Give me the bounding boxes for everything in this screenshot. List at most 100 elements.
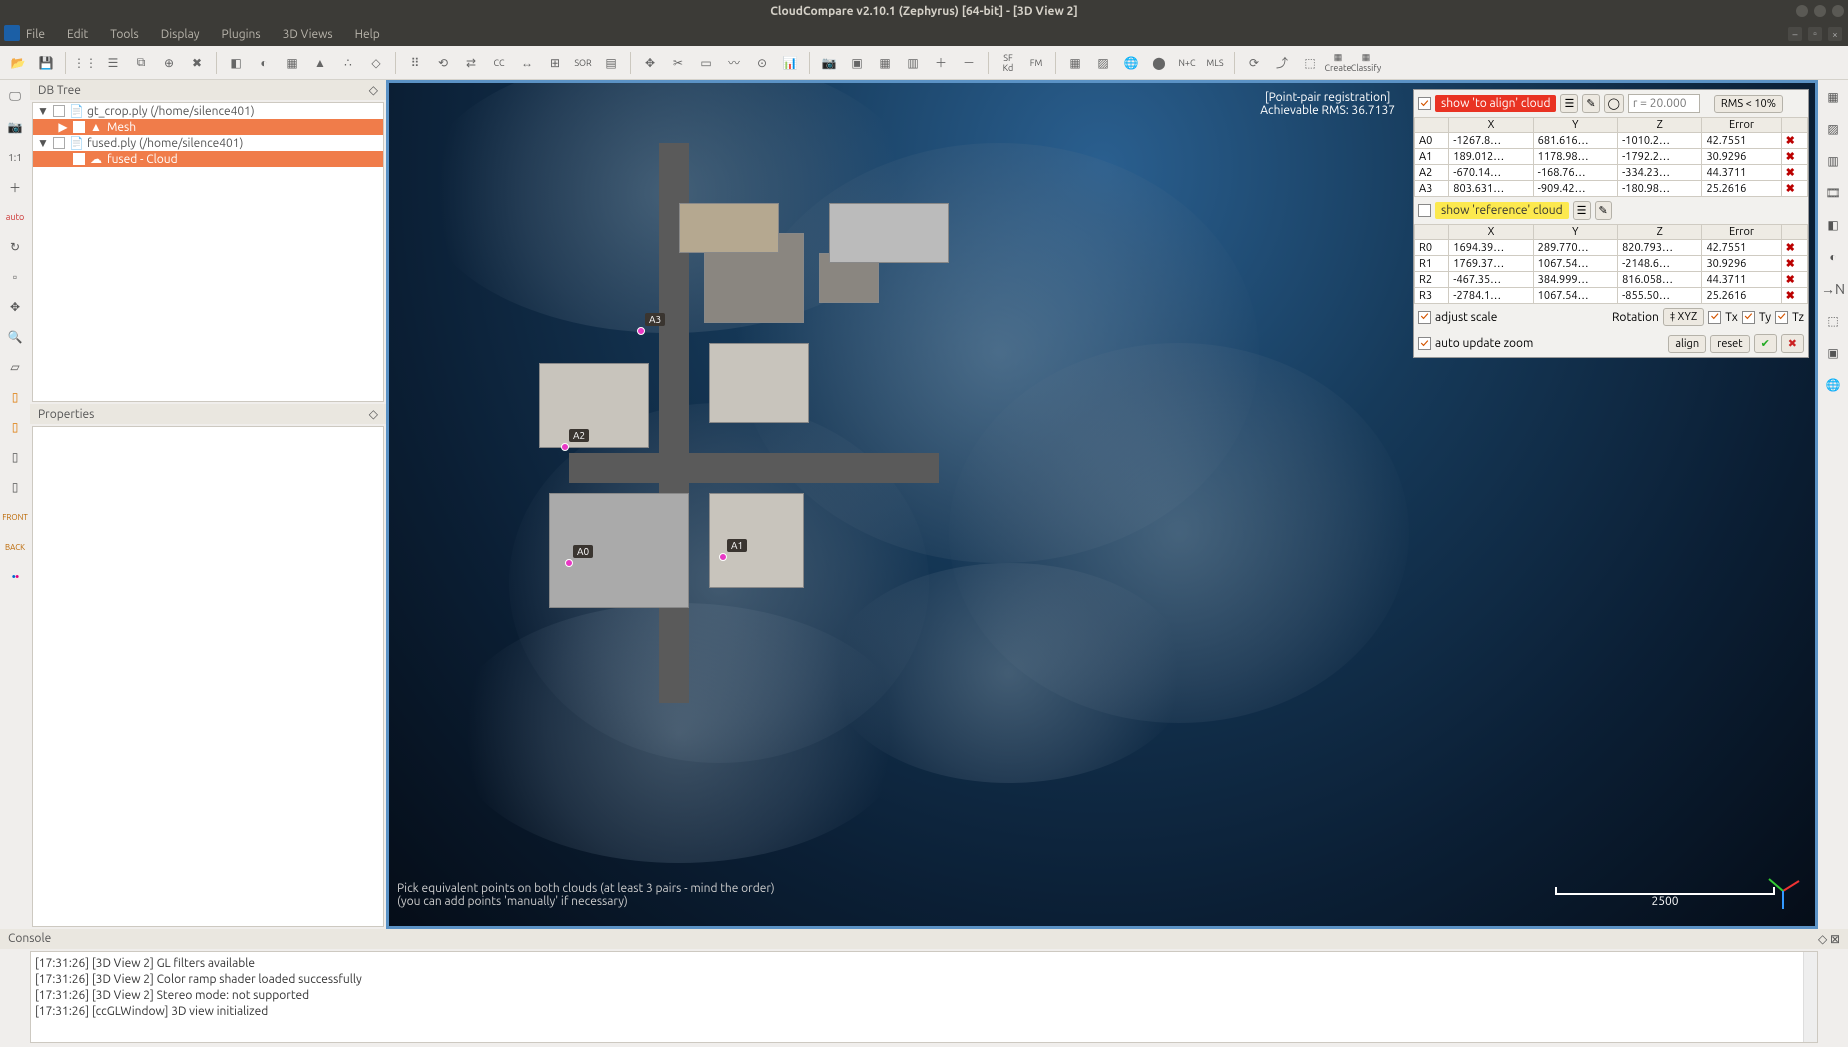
table-row[interactable]: A1189.012…1178.98…-1792.2…30.9296✖ <box>1415 149 1808 165</box>
table-row[interactable]: R2-467.35…384.999…816.058…44.3711✖ <box>1415 272 1808 288</box>
sphere-toggle-icon[interactable]: ◯ <box>1604 94 1624 113</box>
rotation-xyz-button[interactable]: ‡ XYZ <box>1663 308 1704 326</box>
confirm-button[interactable]: ✔ <box>1754 334 1777 353</box>
rtool6-icon[interactable]: ⬚ <box>1822 310 1844 332</box>
console-close-icon[interactable]: ⊠ <box>1830 933 1840 946</box>
marker-a0[interactable] <box>565 559 573 567</box>
zoom-icon[interactable]: 🔍 <box>4 326 26 348</box>
table-row[interactable]: R3-2784.1…1067.54…-855.50…25.2616✖ <box>1415 288 1808 304</box>
delete-row-icon[interactable]: ✖ <box>1781 288 1807 304</box>
cancel-button[interactable]: ✖ <box>1781 334 1804 353</box>
tool3-icon[interactable]: ▥ <box>901 51 925 75</box>
mdi-minimize[interactable]: – <box>1788 27 1802 41</box>
menu-plugins[interactable]: Plugins <box>222 28 261 41</box>
show-align-checkbox[interactable] <box>1418 97 1431 110</box>
sf-kd-icon[interactable]: SFKd <box>996 51 1020 75</box>
maximize-button[interactable] <box>1814 5 1826 17</box>
sor-icon[interactable]: SOR <box>571 51 595 75</box>
ratio-icon[interactable]: 1:1 <box>4 146 26 168</box>
section-icon[interactable]: ▭ <box>694 51 718 75</box>
view-top-icon[interactable]: ▱ <box>4 356 26 378</box>
mdi-maximize[interactable]: ▫ <box>1808 27 1822 41</box>
sample-icon[interactable]: ∴ <box>336 51 360 75</box>
sf-icon[interactable]: ▤ <box>599 51 623 75</box>
tree-item-gtcrop[interactable]: ▼📄 gt_crop.ply (/home/silence401) <box>33 103 383 119</box>
console-undock-icon[interactable]: ◇ <box>1818 933 1827 946</box>
normals-icon[interactable]: ◐ <box>252 51 276 75</box>
camera2-icon[interactable]: 📷 <box>4 116 26 138</box>
clone-icon[interactable]: ⧉ <box>129 51 153 75</box>
view-front-icon[interactable]: ▯ <box>4 386 26 408</box>
rtool2-icon[interactable]: ▨ <box>1822 118 1844 140</box>
delete-row-icon[interactable]: ✖ <box>1781 165 1807 181</box>
dbtree-undock-icon[interactable]: ◇ <box>369 83 378 97</box>
align-list-icon[interactable]: ☰ <box>1560 94 1578 113</box>
save-icon[interactable]: 💾 <box>34 51 58 75</box>
plus-icon[interactable]: ＋ <box>929 51 953 75</box>
tx-checkbox[interactable] <box>1708 311 1721 324</box>
segment-icon[interactable]: ✂ <box>666 51 690 75</box>
menu-file[interactable]: File <box>26 28 45 41</box>
mesh-icon[interactable]: ▲ <box>308 51 332 75</box>
plugin5-icon[interactable]: ⤴ <box>1270 51 1294 75</box>
table-row[interactable]: A3803.631…-909.42…-180.98…25.2616✖ <box>1415 181 1808 197</box>
plugin4-icon[interactable]: ⟳ <box>1242 51 1266 75</box>
trace-icon[interactable]: 〰 <box>722 51 746 75</box>
view-default-icon[interactable]: 🖵 <box>4 86 26 108</box>
show-ref-checkbox[interactable] <box>1418 204 1431 217</box>
db-tree[interactable]: ▼📄 gt_crop.ply (/home/silence401) ▶▲ Mes… <box>32 102 384 402</box>
nc-icon[interactable]: N+C <box>1175 51 1199 75</box>
view-left-icon[interactable]: ▯ <box>4 416 26 438</box>
tree-item-fused-cloud[interactable]: ☁ fused - Cloud <box>33 151 383 167</box>
auto-icon[interactable]: auto <box>4 206 26 228</box>
console-body[interactable]: [17:31:26] [3D View 2] GL filters availa… <box>30 951 1818 1043</box>
create-icon[interactable]: ▦Create <box>1326 51 1350 75</box>
menu-tools[interactable]: Tools <box>110 28 139 41</box>
ref-list-icon[interactable]: ☰ <box>1573 201 1591 220</box>
ty-checkbox[interactable] <box>1742 311 1755 324</box>
ref-pencil-icon[interactable]: ✎ <box>1595 201 1612 220</box>
close-button[interactable] <box>1832 5 1844 17</box>
table-row[interactable]: A0-1267.8…681.616…-1010.2…42.7551✖ <box>1415 133 1808 149</box>
view-back-icon[interactable]: ▯ <box>4 476 26 498</box>
align-pencil-icon[interactable]: ✎ <box>1582 94 1599 113</box>
properties-panel[interactable] <box>32 426 384 927</box>
reset-button[interactable]: reset <box>1710 335 1749 353</box>
rms-threshold-button[interactable]: RMS < 10% <box>1714 95 1783 113</box>
radius-input[interactable] <box>1628 94 1700 113</box>
3d-viewport[interactable]: A0 A1 A2 A3 [Point-pair registration] Ac… <box>386 80 1818 929</box>
plugin2-icon[interactable]: ▨ <box>1091 51 1115 75</box>
rtool5-icon[interactable]: ◐ <box>1822 246 1844 268</box>
cc-label-icon[interactable]: CC <box>487 51 511 75</box>
distance-icon[interactable]: ↔ <box>515 51 539 75</box>
delete-icon[interactable]: ✖ <box>185 51 209 75</box>
flickr-icon[interactable]: •• <box>4 566 26 588</box>
mls-icon[interactable]: MLS <box>1203 51 1227 75</box>
tz-checkbox[interactable] <box>1775 311 1788 324</box>
plugin3-icon[interactable]: 🌐 <box>1119 51 1143 75</box>
move-icon[interactable]: ✥ <box>4 296 26 318</box>
adjust-scale-checkbox[interactable] <box>1418 311 1431 324</box>
table-row[interactable]: R11769.37…1067.54…-2148.6…30.9296✖ <box>1415 256 1808 272</box>
rtool7-icon[interactable]: ▣ <box>1822 342 1844 364</box>
rtool3-icon[interactable]: ▥ <box>1822 150 1844 172</box>
rtool-globe-icon[interactable]: 🌐 <box>1822 374 1844 396</box>
register-icon[interactable]: ⟲ <box>431 51 455 75</box>
camera-icon[interactable]: 📷 <box>817 51 841 75</box>
plugin1-icon[interactable]: ▦ <box>1063 51 1087 75</box>
marker-a3[interactable] <box>637 327 645 335</box>
plugin6-icon[interactable]: ⬚ <box>1298 51 1322 75</box>
delete-row-icon[interactable]: ✖ <box>1781 256 1807 272</box>
delete-row-icon[interactable]: ✖ <box>1781 133 1807 149</box>
menu-3dviews[interactable]: 3D Views <box>283 28 333 41</box>
open-icon[interactable]: 📂 <box>6 51 30 75</box>
fm-icon[interactable]: FM <box>1024 51 1048 75</box>
classify-icon[interactable]: ▦Classify <box>1354 51 1378 75</box>
marker-a1[interactable] <box>719 553 727 561</box>
pointpick-icon[interactable]: ⊙ <box>750 51 774 75</box>
view-iso-icon[interactable]: BACK <box>4 536 26 558</box>
auto-zoom-checkbox[interactable] <box>1418 337 1431 350</box>
align-icon[interactable]: ⇄ <box>459 51 483 75</box>
color-icon[interactable]: ◧ <box>224 51 248 75</box>
translate-icon[interactable]: ✥ <box>638 51 662 75</box>
